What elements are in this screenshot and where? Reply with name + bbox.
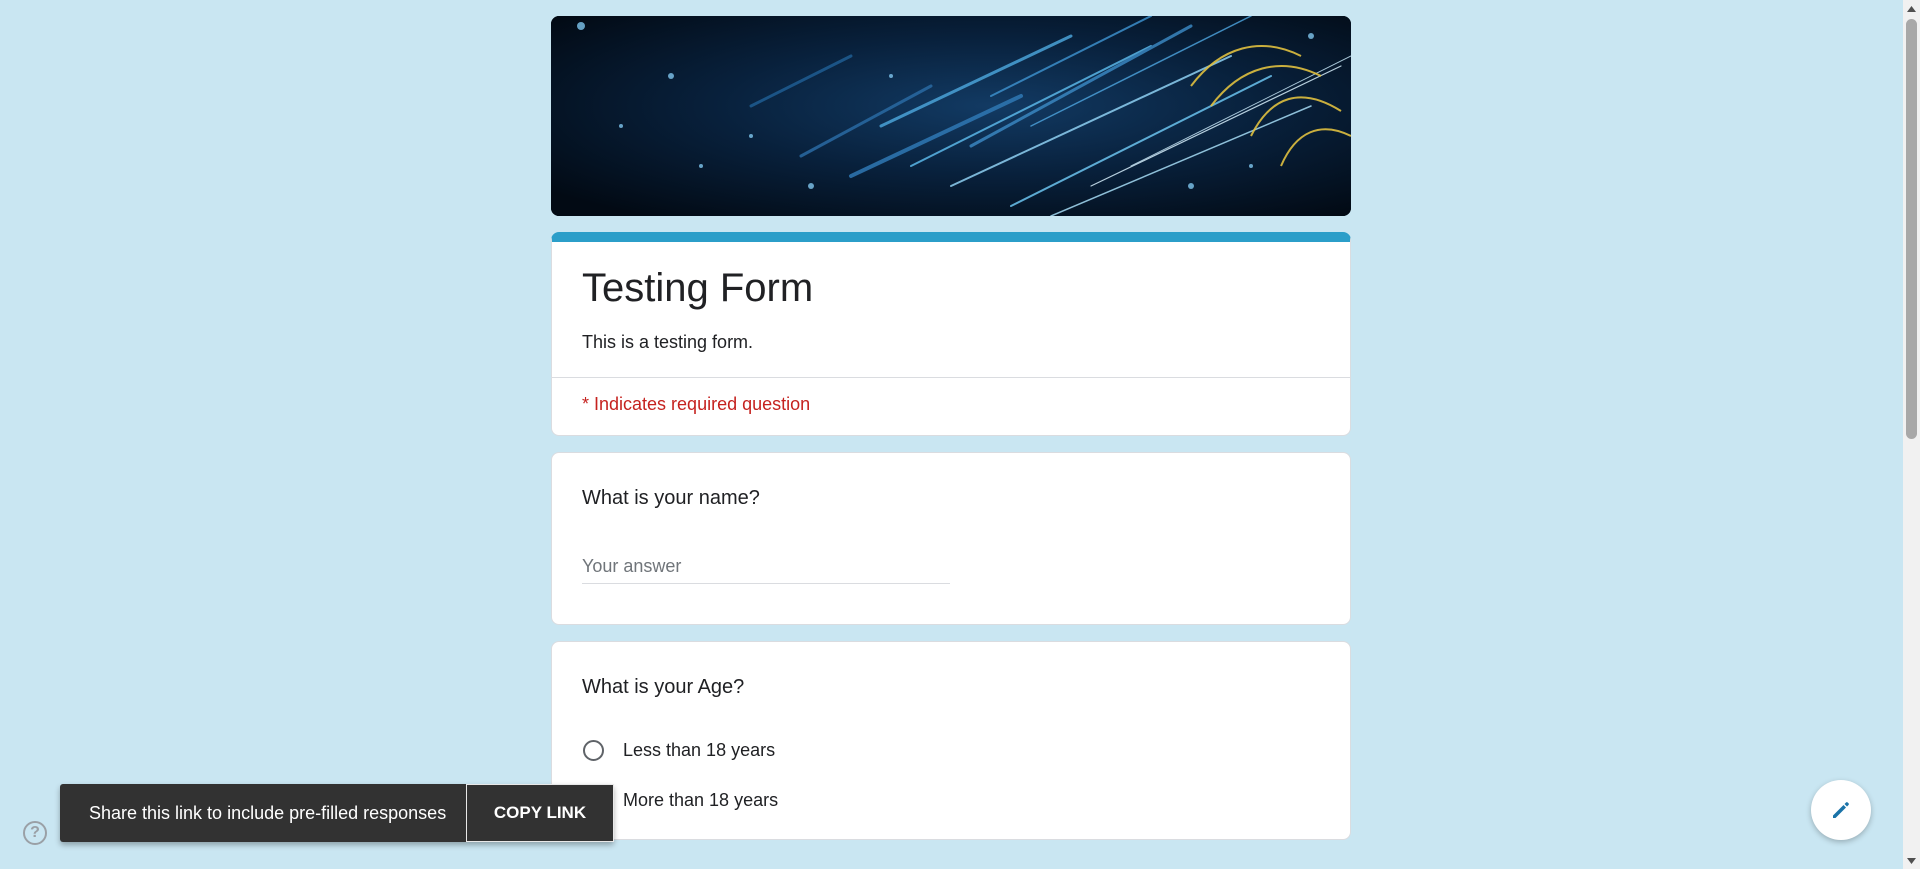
edit-form-button[interactable] [1811,780,1871,840]
option-label: Less than 18 years [623,739,776,760]
question-title: What is your Age? [582,676,745,698]
answer-underline [582,556,950,584]
pencil-icon [1833,802,1849,818]
option-label: More than 18 years [623,789,779,810]
page: Testing Form This is a testing form. * I… [0,0,1920,869]
age-options: Less than 18 years More than 18 years [582,725,1320,825]
scroll-down-arrow-icon[interactable] [1903,852,1920,869]
form-title: Testing Form [582,266,814,310]
form-header-card: Testing Form This is a testing form. * I… [551,232,1351,436]
form-description: This is a testing form. [582,332,754,352]
header-banner-image [551,16,1351,216]
option-less-than-18[interactable]: Less than 18 years [582,725,1320,775]
question-card-name: What is your name? [551,452,1351,625]
copy-link-button[interactable]: COPY LINK [466,784,614,842]
snackbar-message: Share this link to include pre-filled re… [89,802,447,823]
help-icon[interactable]: ? [23,821,47,845]
form-column: Testing Form This is a testing form. * I… [551,16,1351,840]
required-note: * Indicates required question [582,394,811,414]
question-title: What is your name? [582,487,760,509]
question-card-age: What is your Age? Less than 18 years Mor… [551,641,1351,840]
banner-graphic [551,16,1351,216]
scrollbar-thumb[interactable] [1906,19,1917,439]
prefill-snackbar: Share this link to include pre-filled re… [60,784,614,842]
scroll-up-arrow-icon[interactable] [1903,0,1920,17]
option-more-than-18[interactable]: More than 18 years [582,775,1320,825]
radio-button[interactable] [583,739,604,761]
name-answer-input[interactable] [582,556,950,577]
vertical-scrollbar[interactable] [1903,0,1920,869]
